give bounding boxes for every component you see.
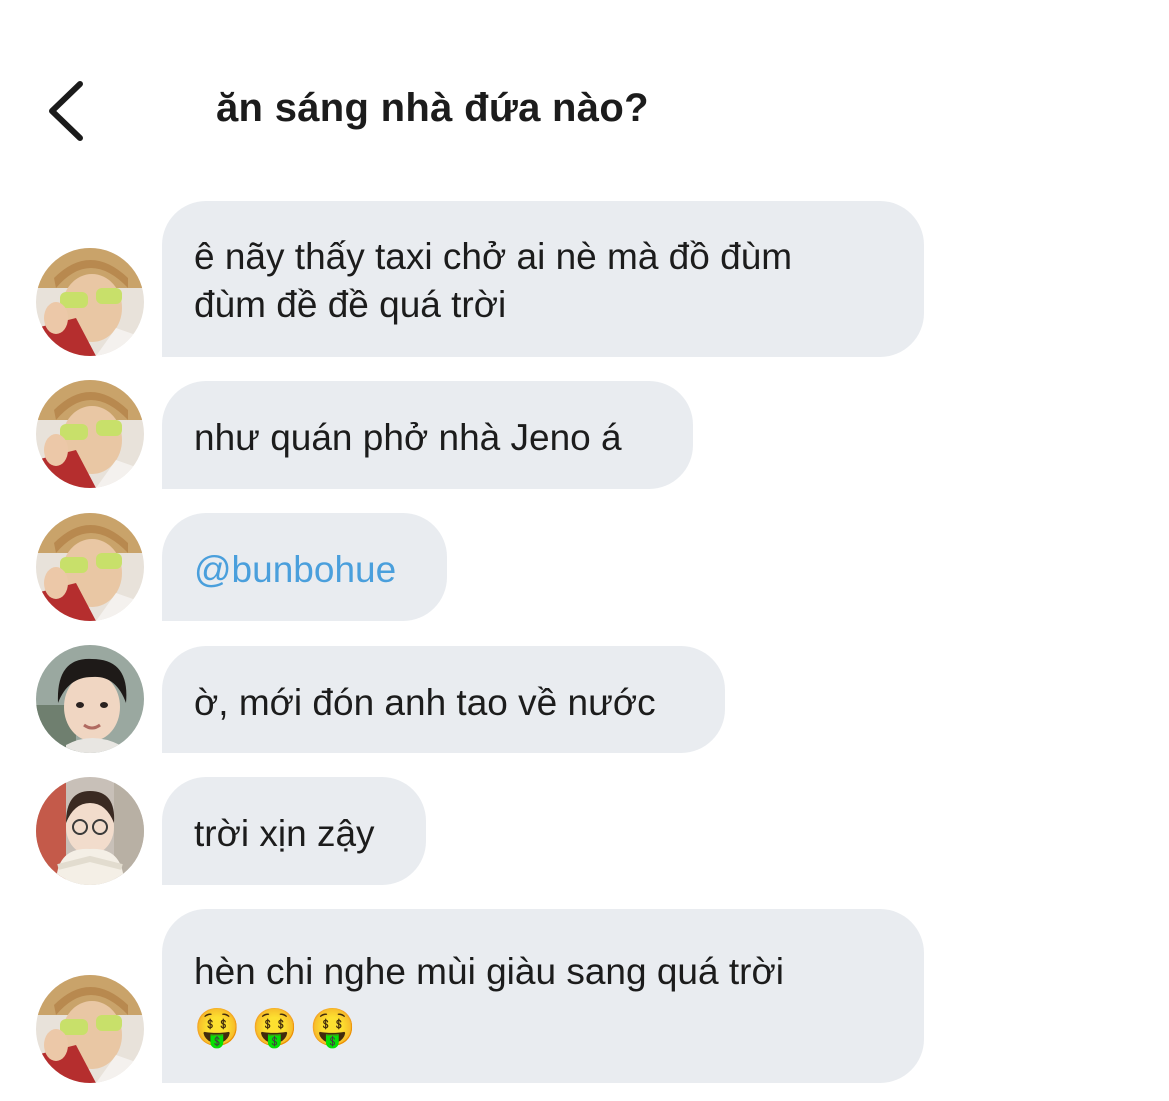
message-text: hèn chi nghe mùi giàu sang quá trời <box>194 951 784 992</box>
avatar[interactable] <box>36 513 144 621</box>
avatar[interactable] <box>36 975 144 1083</box>
money-mouth-emoji-icon: 🤑 🤑 🤑 <box>194 1006 356 1049</box>
avatar[interactable] <box>36 777 144 885</box>
message-text: ê nãy thấy taxi chở ai nè mà đồ đùm <box>194 236 793 277</box>
avatar[interactable] <box>36 645 144 753</box>
avatar[interactable] <box>36 380 144 488</box>
message-bubble[interactable]: ê nãy thấy taxi chở ai nè mà đồ đùm đùm … <box>162 201 924 357</box>
message-text: như quán phở nhà Jeno á <box>194 417 622 458</box>
message-bubble[interactable]: trời xịn zậy <box>162 777 426 885</box>
message-bubble[interactable]: ờ, mới đón anh tao về nước <box>162 646 725 753</box>
back-button[interactable] <box>38 78 94 144</box>
chat-title: ăn sáng nhà đứa nào? <box>216 86 649 130</box>
message-bubble[interactable]: hèn chi nghe mùi giàu sang quá trời 🤑 🤑 … <box>162 909 924 1083</box>
chevron-left-icon <box>49 81 83 141</box>
avatar[interactable] <box>36 248 144 356</box>
message-bubble[interactable]: như quán phở nhà Jeno á <box>162 381 693 489</box>
chat-header: ăn sáng nhà đứa nào? <box>0 0 1169 170</box>
message-text: ờ, mới đón anh tao về nước <box>194 682 656 723</box>
message-text: đùm đề đề quá trời <box>194 284 507 325</box>
message-text: trời xịn zậy <box>194 813 375 854</box>
message-bubble[interactable]: @bunbohue <box>162 513 447 621</box>
mention-link[interactable]: @bunbohue <box>194 546 415 594</box>
chat-screen: ăn sáng nhà đứa nào? ê nãy thấy taxi chở… <box>0 0 1169 1101</box>
